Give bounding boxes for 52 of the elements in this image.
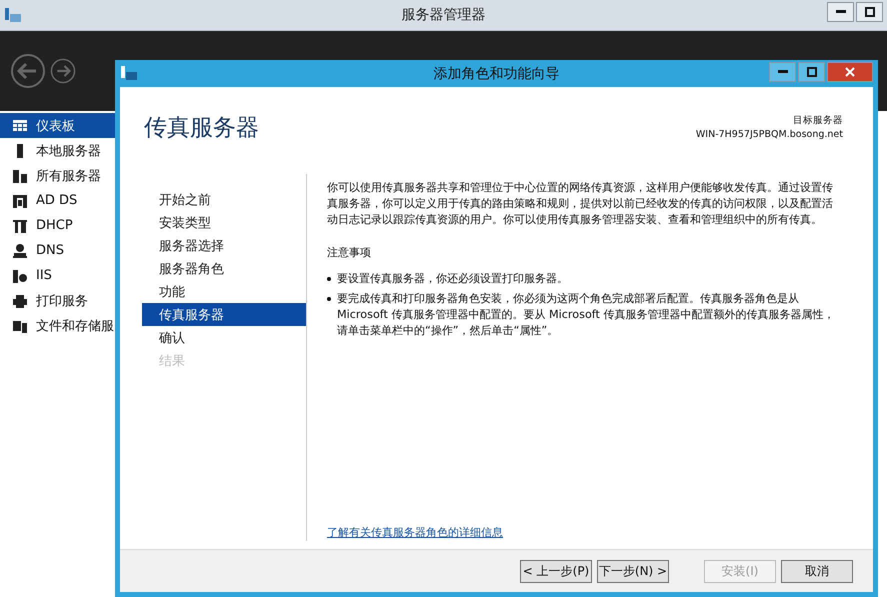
- wizard-step[interactable]: 传真服务器: [142, 303, 306, 326]
- dialog-title: 添加角色和功能向导: [434, 64, 560, 82]
- minimize-button[interactable]: [827, 2, 854, 22]
- maximize-icon: [806, 67, 816, 77]
- wizard-button[interactable]: 取消: [781, 560, 853, 582]
- notes-heading: 注意事项: [327, 245, 372, 261]
- note-text: 要设置传真服务器，你还必须设置打印服务器。: [337, 271, 568, 287]
- sidebar-item[interactable]: AD DS: [0, 188, 115, 213]
- sidebar-item[interactable]: DHCP: [0, 213, 115, 238]
- target-server: WIN-7H957J5PBQM.bosong.net: [696, 129, 843, 140]
- page-heading: 传真服务器: [144, 114, 259, 143]
- wizard-button[interactable]: 下一步(N) >: [597, 560, 669, 582]
- printer-icon: [12, 292, 28, 308]
- sidebar-item[interactable]: 所有服务器: [0, 163, 115, 188]
- wizard-step[interactable]: 确认: [142, 326, 306, 349]
- close-button[interactable]: [827, 62, 873, 82]
- servers-icon: [12, 168, 28, 184]
- grid-icon: [12, 118, 28, 134]
- maximize-button[interactable]: [856, 2, 883, 22]
- sidebar-item[interactable]: 文件和存储服: [0, 313, 115, 338]
- wizard-step[interactable]: 服务器选择: [142, 234, 306, 257]
- maximize-button[interactable]: [798, 62, 825, 82]
- person-icon: [12, 242, 28, 258]
- wizard-step[interactable]: 安装类型: [142, 211, 306, 234]
- minimize-icon: [836, 10, 846, 14]
- server-rack-icon: [12, 218, 28, 234]
- wizard-icon: [120, 64, 138, 82]
- bullet-icon: [327, 297, 331, 301]
- sidebar-item[interactable]: 打印服务: [0, 288, 115, 313]
- back-icon[interactable]: [10, 53, 46, 89]
- description-text: 你可以使用传真服务器共享和管理位于中心位置的网络传真资源，这样用户便能够收发传真。通过设置传真服务器，你可以定义用于传真的路由策略和规则，提供对以前已经收发的传真的访问权限，以及配置活动日志记录以跟踪传真资源的用户。你可以使用传真服务管理器安装、查看和管理组织中的所有传真。: [327, 180, 834, 228]
- wizard-step[interactable]: 功能: [142, 280, 306, 303]
- details-link[interactable]: 了解有关传真服务器角色的详细信息: [327, 525, 503, 541]
- sidebar-item[interactable]: 仪表板: [0, 113, 115, 138]
- maximize-icon: [864, 7, 874, 17]
- wizard-step[interactable]: 服务器角色: [142, 257, 306, 280]
- server-rack-icon: [12, 192, 28, 208]
- sidebar-item[interactable]: IIS: [0, 263, 115, 288]
- note-text: 要完成传真和打印服务器角色安装，你必须为这两个角色完成部署后配置。传真服务器角色是从 Microsoft 传真服务管理器中配置的。要从 Microsoft 传真服务管理器中配置额外的传真服务器属性，请单击菜单栏中的“操作”，然后单击“属性”。: [337, 291, 836, 339]
- minimize-icon: [778, 70, 788, 74]
- close-icon: [845, 67, 855, 77]
- sidebar-item[interactable]: DNS: [0, 238, 115, 263]
- wizard-button[interactable]: < 上一步(P): [520, 560, 592, 582]
- server-manager-icon: [4, 6, 22, 24]
- forward-icon[interactable]: [50, 58, 76, 84]
- minimize-button[interactable]: [769, 62, 796, 82]
- sidebar-item[interactable]: 本地服务器: [0, 138, 115, 163]
- wizard-step[interactable]: 开始之前: [142, 188, 306, 211]
- target-label: 目标服务器: [793, 114, 843, 127]
- server-globe-icon: [12, 268, 28, 284]
- bullet-icon: [327, 277, 331, 281]
- window-title: 服务器管理器: [402, 6, 486, 24]
